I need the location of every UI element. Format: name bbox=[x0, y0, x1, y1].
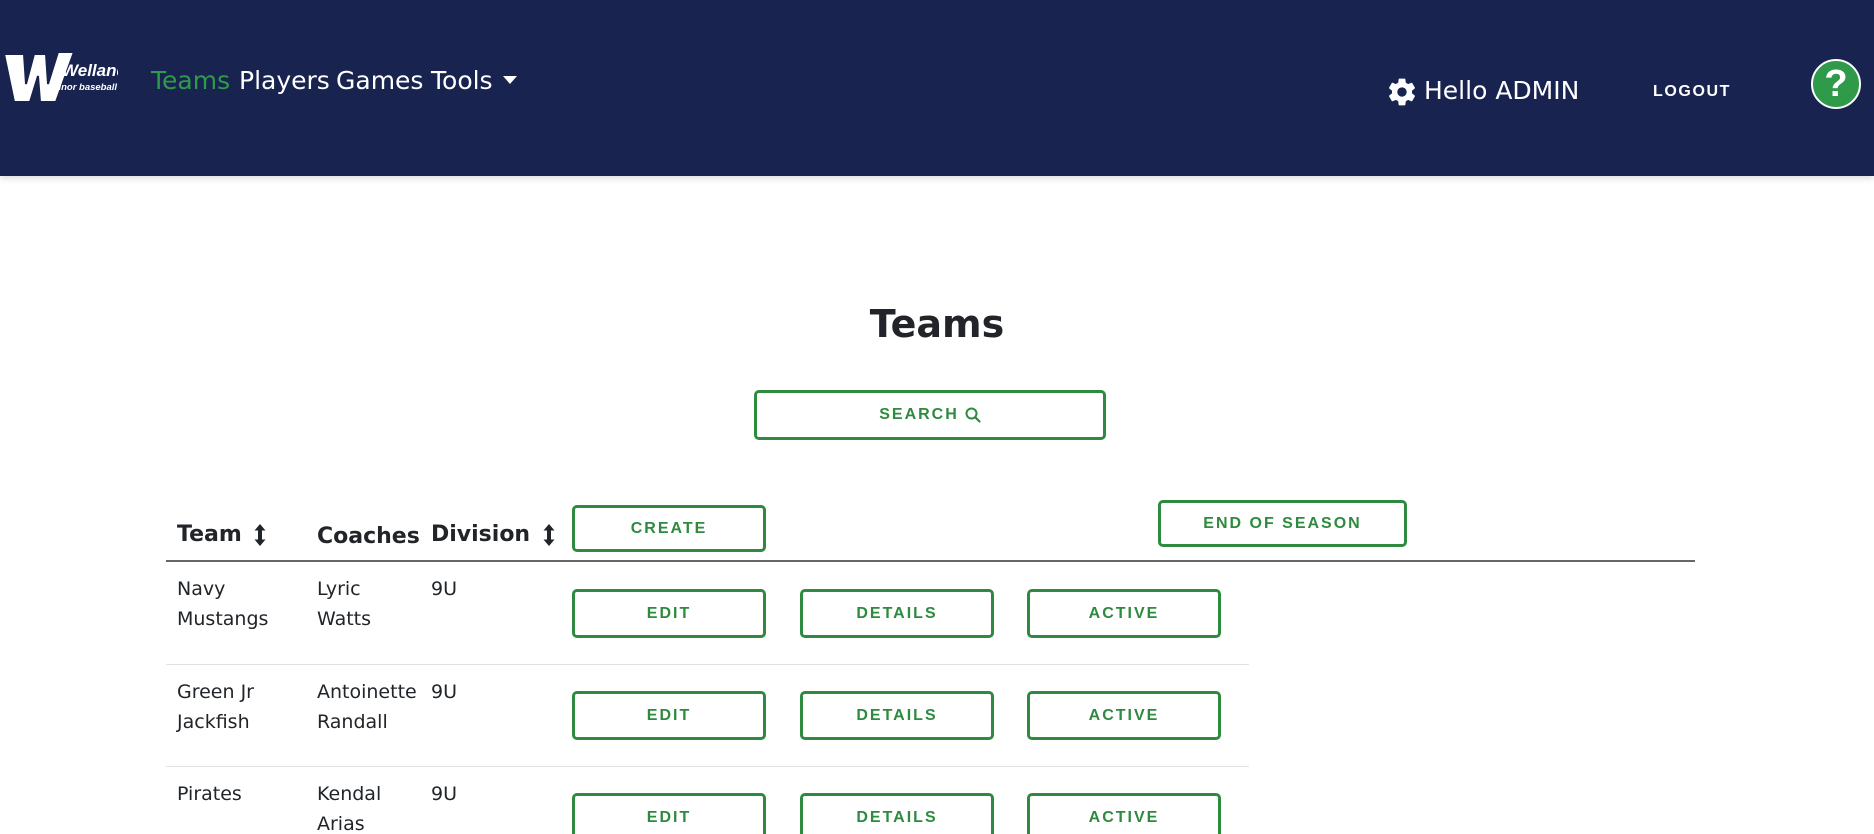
sort-icon bbox=[254, 524, 266, 546]
logo-text: Welland bbox=[62, 61, 118, 80]
division-cell: 9U bbox=[431, 783, 457, 805]
gear-icon[interactable] bbox=[1386, 76, 1418, 108]
search-icon bbox=[965, 407, 981, 423]
page-title: Teams bbox=[869, 302, 1005, 346]
end-of-season-button[interactable]: END OF SEASON bbox=[1158, 500, 1407, 547]
team-name-cell: Green Jr Jackfish bbox=[177, 681, 254, 733]
nav-teams[interactable]: Teams bbox=[151, 66, 230, 95]
edit-button[interactable]: EDIT bbox=[572, 691, 766, 740]
user-greeting: Hello ADMIN bbox=[1424, 76, 1580, 105]
help-icon[interactable]: ? bbox=[1811, 59, 1861, 109]
active-toggle-button[interactable]: ACTIVE bbox=[1027, 691, 1221, 740]
nav-tools-dropdown[interactable]: Tools bbox=[431, 66, 517, 95]
column-header-division[interactable]: Division bbox=[431, 522, 556, 547]
team-name-cell: Pirates bbox=[177, 783, 242, 805]
division-cell: 9U bbox=[431, 578, 457, 600]
coach-cell: Lyric Watts bbox=[317, 578, 372, 630]
top-navbar: Welland minor baseball Teams Players Gam… bbox=[0, 0, 1874, 176]
team-name-cell: Navy Mustangs bbox=[177, 578, 269, 630]
nav-games[interactable]: Games bbox=[336, 66, 423, 95]
table-header-divider bbox=[166, 560, 1695, 562]
nav-players[interactable]: Players bbox=[239, 66, 330, 95]
logout-button[interactable]: LOGOUT bbox=[1653, 83, 1731, 101]
details-button[interactable]: DETAILS bbox=[800, 589, 994, 638]
column-header-division-label: Division bbox=[431, 522, 531, 547]
sort-icon bbox=[543, 524, 555, 546]
column-header-team-label: Team bbox=[177, 522, 242, 547]
create-team-button[interactable]: CREATE bbox=[572, 505, 766, 552]
caret-down-icon bbox=[502, 76, 517, 84]
edit-button[interactable]: EDIT bbox=[572, 793, 766, 834]
column-header-team[interactable]: Team bbox=[177, 522, 267, 547]
edit-button[interactable]: EDIT bbox=[572, 589, 766, 638]
details-button[interactable]: DETAILS bbox=[800, 793, 994, 834]
nav-tools-label: Tools bbox=[431, 66, 493, 95]
logo-subtext: minor baseball bbox=[50, 82, 117, 93]
coach-cell: Antoinette Randall bbox=[317, 681, 417, 733]
division-cell: 9U bbox=[431, 681, 457, 703]
active-toggle-button[interactable]: ACTIVE bbox=[1027, 589, 1221, 638]
row-divider bbox=[166, 664, 1249, 665]
search-button[interactable]: SEARCH bbox=[754, 390, 1106, 440]
coach-cell: Kendal Arias bbox=[317, 783, 382, 834]
row-divider bbox=[166, 766, 1249, 767]
welland-logo[interactable]: Welland minor baseball bbox=[0, 44, 118, 108]
column-header-coaches: Coaches bbox=[317, 524, 420, 549]
active-toggle-button[interactable]: ACTIVE bbox=[1027, 793, 1221, 834]
search-button-label: SEARCH bbox=[879, 406, 959, 423]
details-button[interactable]: DETAILS bbox=[800, 691, 994, 740]
